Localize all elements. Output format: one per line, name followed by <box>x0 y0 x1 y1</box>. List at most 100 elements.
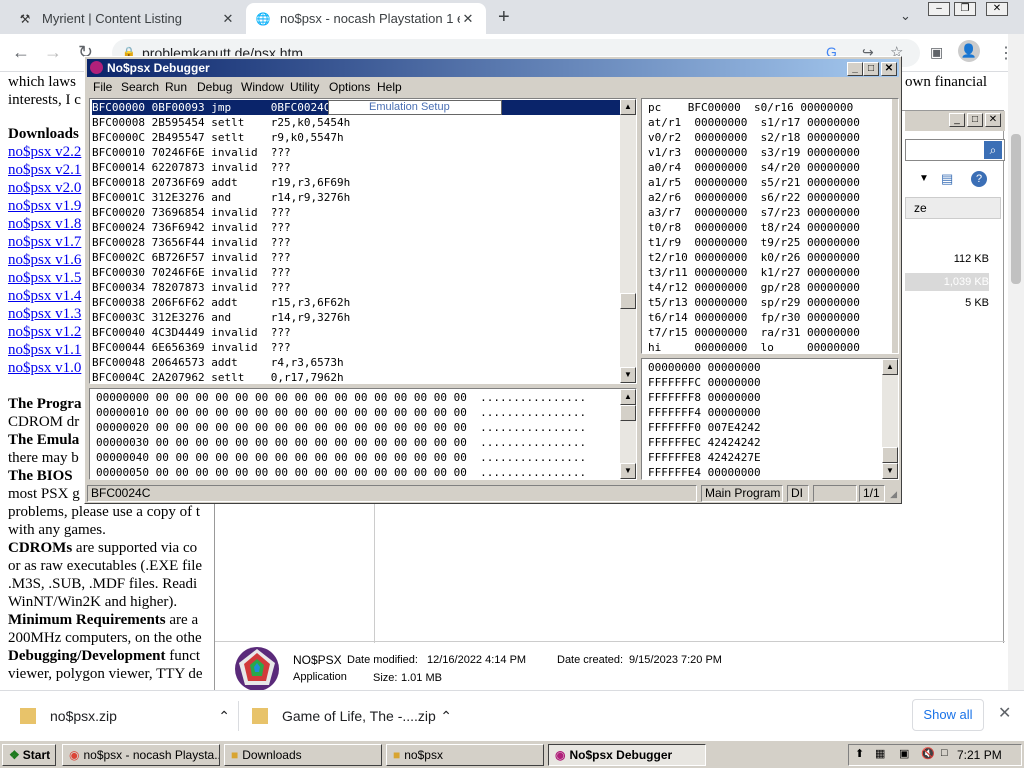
download-link[interactable]: no$psx v1.2 <box>8 324 81 341</box>
display-icon[interactable]: ▣ <box>899 747 909 760</box>
disassembly-row[interactable]: BFC00028 73656F44 invalid ??? <box>92 235 620 250</box>
disassembly-row[interactable]: BFC0002C 6B726F57 invalid ??? <box>92 250 620 265</box>
taskbar-button-downloads[interactable]: ■ Downloads <box>224 744 382 766</box>
stack-row[interactable]: FFFFFFF8 00000000 <box>648 390 761 405</box>
explorer-minimize-button[interactable]: _ <box>949 113 965 127</box>
scrollbar-thumb[interactable] <box>882 447 898 463</box>
register-row[interactable]: t4/r12 00000000 gp/r28 00000000 <box>648 280 860 295</box>
menu-file[interactable]: File <box>93 80 112 94</box>
scroll-up-icon[interactable]: ▲ <box>882 359 898 375</box>
tray-arrows-icon[interactable]: ⬆ <box>855 747 864 760</box>
register-row[interactable]: at/r1 00000000 s1/r17 00000000 <box>648 115 860 130</box>
preview-pane-icon[interactable]: ▤ <box>941 171 953 187</box>
register-row[interactable]: t2/r10 00000000 k0/r26 00000000 <box>648 250 860 265</box>
memory-row[interactable]: 00000020 00 00 00 00 00 00 00 00 00 00 0… <box>96 420 586 435</box>
download-link[interactable]: no$psx v1.4 <box>8 288 81 305</box>
menu-utility[interactable]: Utility <box>290 80 319 94</box>
stack-pane[interactable]: 00000000 00000000 FFFFFFFC 00000000 FFFFFF… <box>641 358 899 480</box>
disassembly-row[interactable]: BFC00034 78207873 invalid ??? <box>92 280 620 295</box>
menu-help[interactable]: Help <box>377 80 402 94</box>
tray-app-icon[interactable]: □ <box>941 747 948 759</box>
register-row[interactable]: pc BFC00000 s0/r16 00000000 <box>648 100 860 115</box>
register-row[interactable]: hi 00000000 lo 00000000 <box>648 340 860 353</box>
memory-scrollbar[interactable]: ▲ ▼ <box>620 389 636 479</box>
tab-nopsx[interactable]: 🌐 no$psx - nocash Playstation 1 em ✕ <box>246 3 486 34</box>
disassembly-row[interactable]: BFC00008 2B595454 setlt r25,k0,5454h <box>92 115 620 130</box>
download-link[interactable]: no$psx v1.9 <box>8 198 81 215</box>
download-link[interactable]: no$psx v1.1 <box>8 342 81 359</box>
download-link[interactable]: no$psx v1.8 <box>8 216 81 233</box>
download-link[interactable]: no$psx v1.7 <box>8 234 81 251</box>
restore-window-button[interactable]: ❐ <box>954 2 976 16</box>
memory-row[interactable]: 00000000 00 00 00 00 00 00 00 00 00 00 0… <box>96 390 586 405</box>
register-row[interactable]: t5/r13 00000000 sp/r29 00000000 <box>648 295 860 310</box>
download-link[interactable]: no$psx v2.1 <box>8 162 81 179</box>
clock[interactable]: 7:21 PM <box>957 748 1002 762</box>
memory-row[interactable]: 00000030 00 00 00 00 00 00 00 00 00 00 0… <box>96 435 586 450</box>
splitter[interactable] <box>892 99 898 353</box>
download-link[interactable]: no$psx v2.0 <box>8 180 81 197</box>
stack-row[interactable]: FFFFFFE4 00000000 <box>648 465 761 479</box>
stack-row[interactable]: 00000000 00000000 <box>648 360 761 375</box>
resize-grip-icon[interactable]: ◢ <box>890 489 897 500</box>
scroll-down-icon[interactable]: ▼ <box>620 463 636 479</box>
close-downloads-icon[interactable]: ✕ <box>998 703 1011 723</box>
register-row[interactable]: a0/r4 00000000 s4/r20 00000000 <box>648 160 860 175</box>
menu-run[interactable]: Run <box>165 80 187 94</box>
tab-search-chevron-icon[interactable]: ⌄ <box>900 8 911 24</box>
disassembly-scrollbar[interactable]: ▲ ▼ <box>620 99 636 383</box>
minimize-window-button[interactable]: ‒ <box>928 2 950 16</box>
close-tab-icon[interactable]: ✕ <box>460 11 476 27</box>
taskbar-button-debugger[interactable]: ◉ No$psx Debugger <box>548 744 706 766</box>
network-icon[interactable]: ▦ <box>875 747 885 760</box>
taskbar-button-nopsx-folder[interactable]: ■ no$psx <box>386 744 544 766</box>
volume-muted-icon[interactable]: 🔇 <box>921 747 935 760</box>
download-link[interactable]: no$psx v1.0 <box>8 360 81 377</box>
download-item[interactable]: no$psx.zip ⌃ <box>20 705 230 727</box>
register-row[interactable]: t0/r8 00000000 t8/r24 00000000 <box>648 220 860 235</box>
tab-myrient[interactable]: ⚒ Myrient | Content Listing ✕ <box>8 3 246 34</box>
disassembly-row[interactable]: BFC00040 4C3D4449 invalid ??? <box>92 325 620 340</box>
disassembly-row[interactable]: BFC0004C 2A207962 setlt 0,r17,7962h <box>92 370 620 383</box>
debugger-titlebar[interactable]: No$psx Debugger _ □ ✕ <box>87 59 899 77</box>
disassembly-row[interactable]: BFC0000C 2B495547 setlt r9,k0,5547h <box>92 130 620 145</box>
register-row[interactable]: a3/r7 00000000 s7/r23 00000000 <box>648 205 860 220</box>
stack-row[interactable]: FFFFFFEC 42424242 <box>648 435 761 450</box>
scrollbar-thumb[interactable] <box>620 293 636 309</box>
download-link[interactable]: no$psx v1.3 <box>8 306 81 323</box>
new-tab-icon[interactable]: + <box>498 6 510 29</box>
memory-row[interactable]: 00000010 00 00 00 00 00 00 00 00 00 00 0… <box>96 405 586 420</box>
disassembly-row[interactable]: BFC00020 73696854 invalid ??? <box>92 205 620 220</box>
disassembly-row[interactable]: BFC00038 206F6F62 addt r15,r3,6F62h <box>92 295 620 310</box>
menu-debug[interactable]: Debug <box>197 80 232 94</box>
close-window-button[interactable]: ✕ <box>986 2 1008 16</box>
profile-avatar-icon[interactable]: 👤 <box>958 40 980 62</box>
menu-window[interactable]: Window <box>241 80 284 94</box>
registers-pane[interactable]: pc BFC00000 s0/r16 00000000 at/r1 0000000… <box>641 98 899 354</box>
register-row[interactable]: t6/r14 00000000 fp/r30 00000000 <box>648 310 860 325</box>
memory-row[interactable]: 00000040 00 00 00 00 00 00 00 00 00 00 0… <box>96 450 586 465</box>
register-row[interactable]: a1/r5 00000000 s5/r21 00000000 <box>648 175 860 190</box>
side-panel-icon[interactable]: ▣ <box>930 44 943 61</box>
size-column-header[interactable]: ze <box>905 197 1001 219</box>
disassembly-row[interactable]: BFC00024 736F6942 invalid ??? <box>92 220 620 235</box>
disassembly-row[interactable]: BFC00044 6E656369 invalid ??? <box>92 340 620 355</box>
register-row[interactable]: a2/r6 00000000 s6/r22 00000000 <box>648 190 860 205</box>
disassembly-row[interactable]: BFC00048 20646573 addt r4,r3,6573h <box>92 355 620 370</box>
view-dropdown-icon[interactable]: ▼ <box>919 173 929 184</box>
menu-search[interactable]: Search <box>121 80 159 94</box>
download-link[interactable]: no$psx v1.6 <box>8 252 81 269</box>
debugger-minimize-button[interactable]: _ <box>847 62 863 76</box>
register-row[interactable]: t7/r15 00000000 ra/r31 00000000 <box>648 325 860 340</box>
file-size-selected[interactable]: 1,039 KB <box>905 273 989 291</box>
help-icon[interactable]: ? <box>971 171 987 187</box>
scroll-down-icon[interactable]: ▼ <box>620 367 636 383</box>
close-tab-icon[interactable]: ✕ <box>220 11 236 27</box>
disassembly-row[interactable]: BFC00010 70246F6E invalid ??? <box>92 145 620 160</box>
explorer-search-input[interactable]: ⌕ <box>905 139 1005 161</box>
stack-row[interactable]: FFFFFFE8 4242427E <box>648 450 761 465</box>
debugger-close-button[interactable]: ✕ <box>881 62 897 76</box>
show-all-button[interactable]: Show all <box>912 699 984 731</box>
explorer-maximize-button[interactable]: □ <box>967 113 983 127</box>
disassembly-row[interactable]: BFC00018 20736F69 addt r19,r3,6F69h <box>92 175 620 190</box>
